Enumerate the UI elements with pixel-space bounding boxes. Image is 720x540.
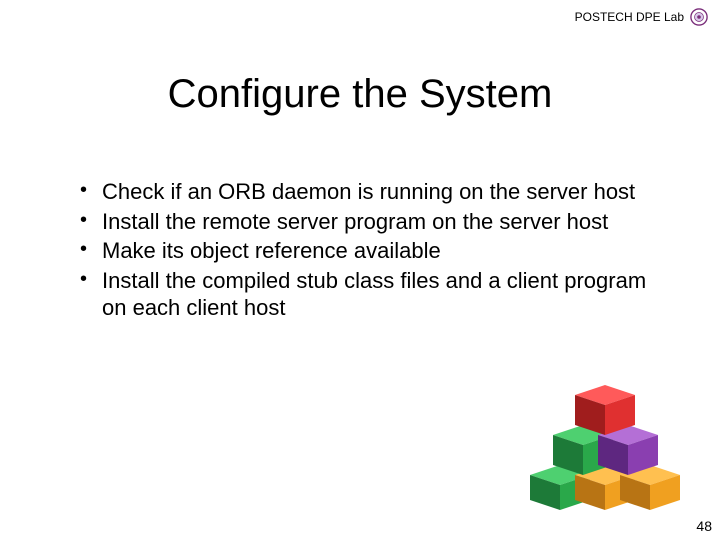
list-item: Check if an ORB daemon is running on the… [72,178,662,206]
bullet-list: Check if an ORB daemon is running on the… [72,178,662,322]
university-seal-icon [690,8,708,26]
slide-body: Check if an ORB daemon is running on the… [72,178,662,324]
cube-top [575,385,635,435]
list-item: Install the remote server program on the… [72,208,662,236]
list-item: Make its object reference available [72,237,662,265]
cubes-graphic-icon [520,370,680,510]
list-item: Install the compiled stub class files an… [72,267,662,322]
lab-label: POSTECH DPE Lab [575,10,684,24]
slide-title: Configure the System [0,72,720,117]
slide-header: POSTECH DPE Lab [575,8,708,26]
page-number: 48 [696,518,712,534]
